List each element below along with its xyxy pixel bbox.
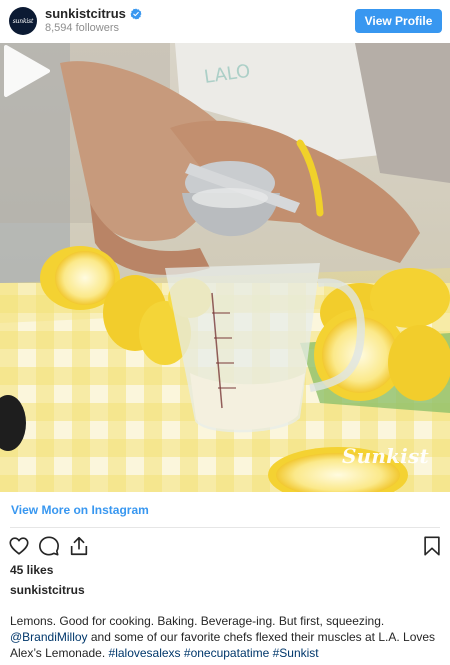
avatar-logo-text: sunkist [12, 17, 34, 25]
video-frame-image: LALO [0, 43, 450, 492]
heart-icon[interactable] [8, 535, 30, 557]
like-count[interactable]: 45 likes [10, 563, 53, 578]
bookmark-icon[interactable] [421, 535, 443, 557]
verified-badge-icon [130, 8, 142, 20]
play-icon[interactable] [0, 43, 52, 99]
instagram-embed-card: sunkist sunkistcitrus 8,594 followers Vi… [0, 0, 450, 665]
follower-count: 8,594 followers [45, 22, 119, 34]
view-more-link[interactable]: View More on Instagram [11, 503, 149, 518]
share-icon[interactable] [68, 535, 90, 557]
view-profile-button[interactable]: View Profile [355, 9, 442, 33]
mention-link[interactable]: @BrandiMilloy [10, 630, 88, 644]
comment-icon[interactable] [38, 535, 60, 557]
post-caption: Lemons. Good for cooking. Baking. Bevera… [10, 613, 440, 661]
username-row[interactable]: sunkistcitrus [45, 6, 142, 21]
username[interactable]: sunkistcitrus [45, 6, 126, 21]
caption-text-line1: Lemons. Good for cooking. Baking. Bevera… [10, 614, 385, 628]
post-header: sunkist sunkistcitrus 8,594 followers Vi… [0, 0, 450, 43]
hashtag-links[interactable]: #lalovesalexs #onecupatatime #Sunkist [109, 646, 319, 660]
post-video[interactable]: LALO [0, 43, 450, 492]
sunkist-watermark: Sunkist [342, 444, 429, 468]
divider [10, 527, 440, 528]
avatar[interactable]: sunkist [9, 7, 37, 35]
caption-username[interactable]: sunkistcitrus [10, 583, 85, 598]
